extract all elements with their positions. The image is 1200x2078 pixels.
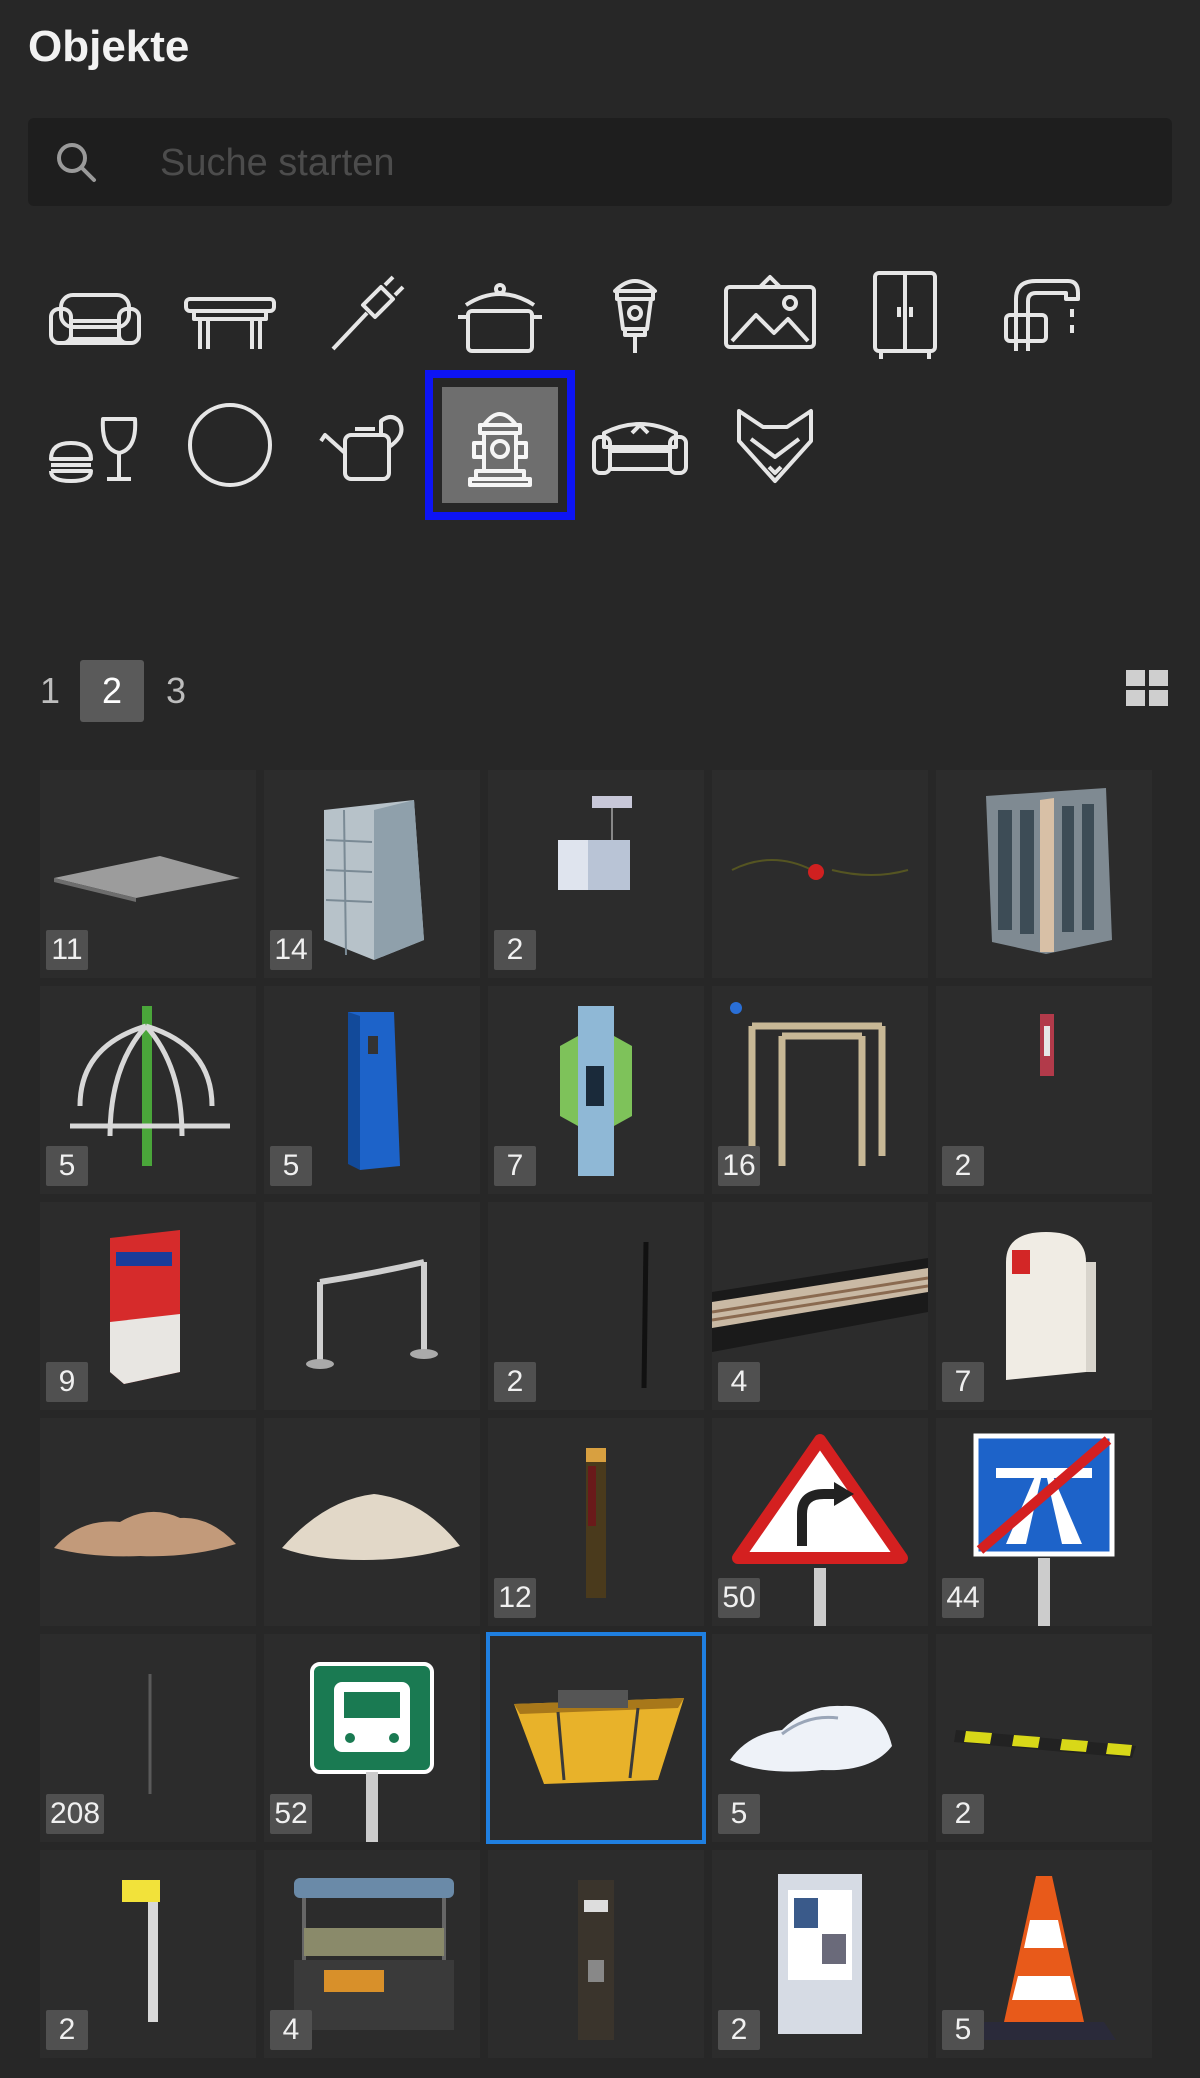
watering-can-icon (319, 415, 404, 481)
object-tile-snow-pile[interactable]: 5 (712, 1634, 928, 1842)
variant-count-badge: 52 (270, 1794, 312, 1834)
variant-count-badge: 5 (46, 1146, 88, 1186)
category-outdoor[interactable] (425, 370, 575, 520)
object-tile-bollard-post[interactable]: 12 (488, 1418, 704, 1626)
picture-icon (724, 275, 816, 349)
sand-pile-thumbnail (282, 1494, 460, 1560)
armchair-icon (49, 293, 141, 345)
variant-count-badge: 12 (494, 1578, 536, 1618)
variant-count-badge: 7 (942, 1362, 984, 1402)
variant-count-badge: 2 (718, 2010, 760, 2050)
object-tile-ticket-machine[interactable]: 2 (712, 1850, 928, 2058)
barrier-chain-thumbnail (731, 859, 909, 880)
parking-meter-thumbnail (578, 1880, 614, 2040)
object-tile-rope-barrier[interactable] (264, 1202, 480, 1410)
object-tile-sand-pile[interactable] (264, 1418, 480, 1626)
category-garden[interactable] (305, 385, 425, 505)
object-tile-small-flag[interactable]: 2 (936, 986, 1152, 1194)
variant-count-badge: 50 (718, 1578, 760, 1618)
object-tile-climbing-frame[interactable]: 16 (712, 986, 928, 1194)
object-tile-office-building[interactable] (936, 770, 1152, 978)
variant-count-badge: 14 (270, 930, 312, 970)
object-tile-tall-pole[interactable]: 208 (40, 1634, 256, 1842)
variant-count-badge: 5 (942, 2010, 984, 2050)
object-tile-info-column[interactable]: 7 (488, 986, 704, 1194)
category-round[interactable] (170, 385, 290, 505)
search-icon (57, 143, 96, 182)
variant-count-badge: 5 (270, 1146, 312, 1186)
object-tile-barrier-chain[interactable] (712, 770, 928, 978)
dumpster-thumbnail (514, 1690, 684, 1784)
variant-count-badge: 44 (942, 1578, 984, 1618)
variant-count-badge: 2 (494, 1362, 536, 1402)
object-tile-market-stall[interactable]: 4 (264, 1850, 480, 2058)
search-bar[interactable] (28, 118, 1172, 206)
category-bathroom[interactable] (980, 255, 1100, 375)
category-electrical[interactable] (305, 255, 425, 375)
variant-count-badge: 208 (46, 1794, 105, 1834)
object-tile-red-box[interactable]: 9 (40, 1202, 256, 1410)
object-tile-dirt-pile[interactable] (40, 1418, 256, 1626)
sofa-icon (592, 422, 688, 475)
variant-count-badge: 4 (270, 2010, 312, 2050)
category-selected-highlight (442, 387, 558, 503)
rope-barrier-thumbnail (306, 1259, 438, 1369)
category-lighting[interactable] (575, 255, 695, 375)
fire-hydrant-icon (468, 412, 532, 487)
object-tile-paving-plate[interactable]: 11 (40, 770, 256, 978)
object-tile-building-block[interactable]: 14 (264, 770, 480, 978)
pagination: 1 2 3 (40, 660, 208, 722)
category-kitchen[interactable] (440, 255, 560, 375)
variant-count-badge: 2 (942, 1146, 984, 1186)
grid-view-icon[interactable] (1124, 668, 1170, 710)
wardrobe-icon (873, 271, 937, 359)
category-decoration[interactable] (710, 255, 830, 375)
dirt-pile-thumbnail (54, 1511, 236, 1557)
variant-count-badge: 16 (718, 1146, 760, 1186)
panel-title: Objekte (28, 22, 190, 71)
search-input[interactable] (158, 134, 1142, 192)
variant-count-badge: 9 (46, 1362, 88, 1402)
food-drink-icon (49, 417, 138, 483)
object-tile-bus-stop-sign[interactable]: 52 (264, 1634, 480, 1842)
page-3-link[interactable]: 3 (144, 660, 208, 722)
plug-icon (331, 275, 405, 351)
fox-icon (737, 409, 813, 483)
object-tile-light-box[interactable]: 2 (488, 770, 704, 978)
page-1-link[interactable]: 1 (40, 660, 80, 722)
category-food-drink[interactable] (35, 385, 155, 505)
object-tile-yellow-post[interactable]: 2 (40, 1850, 256, 2058)
variant-count-badge: 2 (46, 2010, 88, 2050)
table-icon (184, 297, 276, 349)
variant-count-badge: 11 (46, 930, 88, 970)
variant-count-badge: 2 (494, 930, 536, 970)
variant-count-badge: 2 (942, 1794, 984, 1834)
category-animals[interactable] (715, 385, 835, 505)
variant-count-badge: 4 (718, 1362, 760, 1402)
object-tile-motorway-end-sign[interactable]: 44 (936, 1418, 1152, 1626)
office-building-thumbnail (986, 788, 1112, 954)
object-tile-rail-track[interactable]: 4 (712, 1202, 928, 1410)
cooking-pot-icon (458, 283, 542, 353)
object-tile-curve-warning-sign[interactable]: 50 (712, 1418, 928, 1626)
object-tile-speed-bump[interactable]: 2 (936, 1634, 1152, 1842)
faucet-icon (1004, 279, 1080, 351)
object-tile-blue-pillar[interactable]: 5 (264, 986, 480, 1194)
object-tile-parking-meter[interactable] (488, 1850, 704, 2058)
variant-count-badge: 5 (718, 1794, 760, 1834)
variant-count-badge: 7 (494, 1146, 536, 1186)
category-sofas[interactable] (580, 385, 700, 505)
object-tile-mailbox[interactable]: 7 (936, 1202, 1152, 1410)
object-tile-traffic-cone[interactable]: 5 (936, 1850, 1152, 2058)
object-tile-playground-spinner[interactable]: 5 (40, 986, 256, 1194)
lantern-icon (613, 279, 657, 353)
object-tile-dumpster[interactable] (486, 1632, 706, 1844)
category-armchair[interactable] (35, 255, 155, 375)
object-tile-thin-pole[interactable]: 2 (488, 1202, 704, 1410)
circle-icon (188, 403, 272, 487)
category-cabinets[interactable] (845, 255, 965, 375)
category-table[interactable] (170, 255, 290, 375)
page-2-link[interactable]: 2 (80, 660, 144, 722)
